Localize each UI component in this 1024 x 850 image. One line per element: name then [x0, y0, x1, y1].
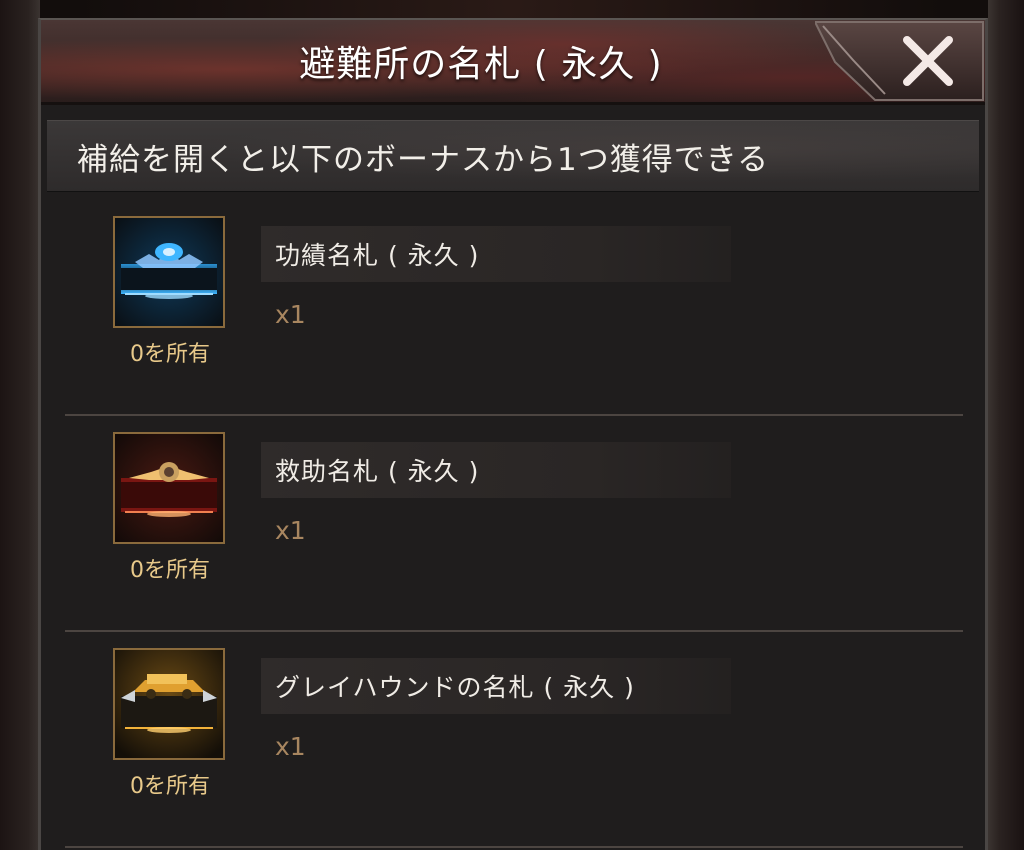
item-quantity: x1 — [275, 300, 306, 329]
item-name: 功績名札 ( 永久 ) — [261, 226, 731, 282]
owned-count: 0を所有 — [130, 774, 210, 799]
item-name: グレイハウンドの名札 ( 永久 ) — [261, 658, 731, 714]
gold-vehicle-nameplate-icon[interactable] — [113, 648, 225, 760]
item-name: 救助名札 ( 永久 ) — [261, 442, 731, 498]
item-quantity: x1 — [275, 732, 306, 761]
owned-count: 0を所有 — [130, 342, 210, 367]
dialog-title: 避難所の名札 ( 永久 ) — [299, 44, 663, 85]
description-banner: 補給を開くと以下のボーナスから1つ獲得できる — [47, 120, 979, 192]
reward-item[interactable]: 0を所有 功績名札 ( 永久 ) x1 — [65, 200, 963, 416]
close-x-icon[interactable] — [899, 32, 957, 90]
blue-emblem-nameplate-icon[interactable] — [113, 216, 225, 328]
item-quantity: x1 — [275, 516, 306, 545]
close-area — [815, 20, 985, 102]
left-frame — [0, 0, 40, 850]
dialog-header: 避難所の名札 ( 永久 ) — [41, 20, 985, 105]
divider — [65, 846, 963, 848]
red-emblem-nameplate-icon[interactable] — [113, 432, 225, 544]
reward-dialog: 避難所の名札 ( 永久 ) 補給を開くと以下のボーナスから1つ獲得できる 0を所… — [38, 18, 988, 850]
owned-count: 0を所有 — [130, 558, 210, 583]
right-frame — [988, 0, 1024, 850]
description-text: 補給を開くと以下のボーナスから1つ獲得できる — [77, 141, 770, 178]
reward-item[interactable]: 0を所有 救助名札 ( 永久 ) x1 — [65, 416, 963, 632]
reward-item[interactable]: 0を所有 グレイハウンドの名札 ( 永久 ) x1 — [65, 632, 963, 848]
